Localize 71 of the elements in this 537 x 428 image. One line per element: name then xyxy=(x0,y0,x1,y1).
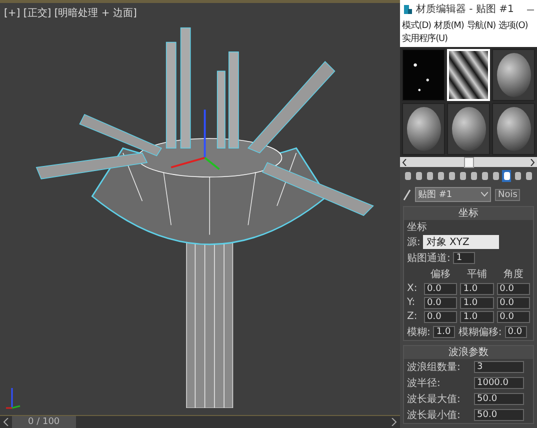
toolbar-tool-icon[interactable] xyxy=(469,170,478,182)
menu-item[interactable]: 实用程序(U) xyxy=(402,32,448,45)
material-slot[interactable] xyxy=(492,103,535,155)
toolbar-tool-icon[interactable] xyxy=(403,170,412,182)
spinner-field[interactable]: 0.0 xyxy=(424,283,458,295)
spinner-field[interactable]: 0.0 xyxy=(424,297,458,309)
eyedropper-icon[interactable] xyxy=(403,188,411,200)
app-icon xyxy=(403,4,413,14)
menu-item[interactable]: 导航(N) xyxy=(466,19,496,32)
spinner-field[interactable]: 0.0 xyxy=(424,311,458,323)
toolbar-tool-icon[interactable] xyxy=(458,170,467,182)
map-type-button[interactable]: Nois xyxy=(495,188,520,200)
toolbar-tool-icon[interactable] xyxy=(502,170,511,182)
toolbar-tool-icon[interactable] xyxy=(436,170,445,182)
spinner-field[interactable]: 3 xyxy=(474,361,524,373)
toolbar-tool-icon[interactable] xyxy=(491,170,500,182)
toolbar-tool-icon[interactable] xyxy=(447,170,456,182)
spinner-field[interactable]: 50.0 xyxy=(474,393,524,405)
field-label: 源: xyxy=(407,236,420,249)
material-slot[interactable] xyxy=(402,103,445,155)
toolbar-tool-icon[interactable] xyxy=(524,170,533,182)
scrollbar-thumb[interactable] xyxy=(464,156,474,168)
menu-item[interactable]: 选项(O) xyxy=(498,19,528,32)
column-header: 偏移 xyxy=(430,268,452,281)
spinner-field[interactable]: 0.0 xyxy=(496,283,530,295)
field-label: 贴图通道: xyxy=(407,252,450,265)
section-label: 坐标 xyxy=(406,220,428,234)
field-label: 波长最小值: xyxy=(407,408,462,422)
time-slider-thumb[interactable]: 0 / 100 xyxy=(12,416,76,428)
blur-field[interactable]: 1.0 xyxy=(433,326,456,338)
window-title: 材质编辑器 - 贴图 #1 xyxy=(416,2,514,16)
spinner-field[interactable]: 50.0 xyxy=(474,409,524,421)
spinner-field[interactable]: 1.0 xyxy=(460,283,494,295)
axis-label: Z: xyxy=(407,311,418,323)
blur-offset-field[interactable]: 0.0 xyxy=(504,326,527,338)
spinner-field[interactable]: 0.0 xyxy=(496,311,530,323)
toolbar-tool-icon[interactable] xyxy=(425,170,434,182)
sphere-preview-icon xyxy=(496,107,530,151)
spinner-field[interactable]: 1.0 xyxy=(460,297,494,309)
spinner-field[interactable]: 1000.0 xyxy=(474,377,524,389)
menu-item[interactable]: 材质(M) xyxy=(434,19,464,32)
time-slider-track[interactable]: 0 / 100 xyxy=(0,415,400,428)
dropdown-caret-icon[interactable] xyxy=(481,192,488,197)
sphere-preview-icon xyxy=(406,107,440,151)
spinner-field[interactable]: 1.0 xyxy=(460,311,494,323)
toolbar-tool-icon[interactable] xyxy=(414,170,423,182)
field-label: 波长最大值: xyxy=(407,392,462,406)
material-slot[interactable] xyxy=(447,103,490,155)
sphere-preview-icon xyxy=(496,53,530,97)
spinner-field[interactable]: 0.0 xyxy=(496,297,530,309)
viewport-label[interactable]: [+] [正交] [明暗处理 + 边面] xyxy=(0,3,141,23)
axis-label: Y: xyxy=(407,297,416,309)
menu-item[interactable]: 模式(D) xyxy=(402,19,431,32)
column-header: 角度 xyxy=(502,268,524,281)
field-label: 模糊: xyxy=(407,326,430,339)
source-dropdown[interactable]: 对象 XYZ xyxy=(423,235,500,249)
field-label: 模糊偏移: xyxy=(458,326,502,339)
rollout-header[interactable]: 坐标 xyxy=(404,207,533,220)
field-label: 波浪组数量: xyxy=(407,360,462,374)
map-name-field[interactable]: 贴图 #1 xyxy=(415,187,491,202)
field-label: 波半径: xyxy=(407,376,442,390)
toolbar-tool-icon[interactable] xyxy=(480,170,489,182)
axis-label: X: xyxy=(407,283,418,295)
map-name-text: 贴图 #1 xyxy=(418,188,452,201)
toolbar-tool-icon[interactable] xyxy=(513,170,522,182)
channel-field[interactable]: 1 xyxy=(453,252,476,264)
sphere-preview-icon xyxy=(452,107,486,151)
column-header: 平铺 xyxy=(466,268,488,281)
rollout-header[interactable]: 波浪参数 xyxy=(404,346,533,359)
slot-scrollbar[interactable] xyxy=(400,157,537,167)
material-slot[interactable] xyxy=(492,49,535,101)
